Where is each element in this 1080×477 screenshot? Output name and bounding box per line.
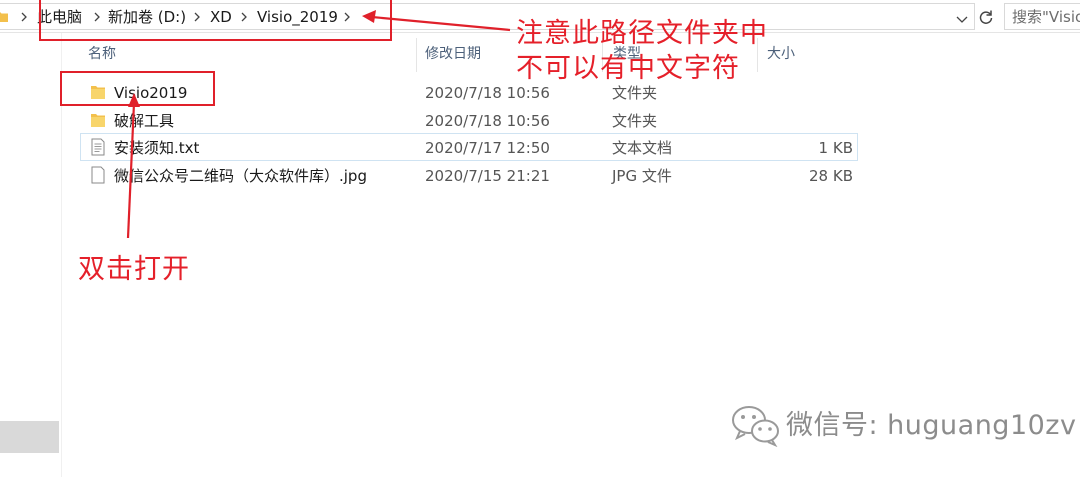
wechat-logo-icon	[732, 406, 779, 447]
file-type: 文件夹	[612, 84, 658, 102]
file-row[interactable]: 破解工具 2020/7/18 10:56 文件夹	[80, 106, 858, 134]
nav-selected-item[interactable]	[0, 421, 59, 453]
column-divider[interactable]	[416, 38, 417, 72]
folder-highlight-box	[60, 71, 215, 106]
double-click-note: 双击打开	[78, 254, 190, 285]
path-warning-line1: 注意此路径文件夹中	[516, 18, 768, 49]
file-name[interactable]: 微信公众号二维码（大众软件库）.jpg	[114, 166, 367, 186]
file-size: 28 KB	[809, 167, 853, 185]
file-row[interactable]: 微信公众号二维码（大众软件库）.jpg 2020/7/15 21:21 JPG …	[80, 161, 858, 189]
chevron-down-icon[interactable]	[954, 11, 970, 25]
chevron-right-icon[interactable]	[20, 8, 28, 26]
refresh-button[interactable]	[976, 3, 996, 30]
text-file-icon	[90, 138, 106, 156]
file-row[interactable]: 安装须知.txt 2020/7/17 12:50 文本文档 1 KB	[80, 133, 858, 161]
file-modified: 2020/7/18 10:56	[425, 112, 550, 130]
file-type: 文件夹	[612, 112, 658, 130]
search-placeholder: 搜索"Visio	[1012, 8, 1080, 26]
column-header-name[interactable]: 名称	[88, 42, 116, 66]
search-input[interactable]: 搜索"Visio	[1004, 3, 1080, 30]
folder-icon	[90, 111, 106, 129]
path-highlight-box	[39, 0, 392, 41]
refresh-icon	[979, 10, 993, 24]
file-modified: 2020/7/17 12:50	[425, 139, 550, 157]
path-warning-line2: 不可以有中文字符	[516, 53, 740, 84]
file-size: 1 KB	[818, 139, 853, 157]
file-type: 文本文档	[612, 139, 673, 157]
column-header-modified[interactable]: 修改日期	[425, 42, 481, 66]
image-file-icon	[90, 166, 106, 184]
wechat-watermark: 微信号: huguang10zv	[786, 410, 1077, 441]
file-type: JPG 文件	[612, 167, 672, 185]
file-name[interactable]: 破解工具	[114, 111, 174, 131]
file-name[interactable]: 安装须知.txt	[114, 138, 199, 158]
column-header-size[interactable]: 大小	[767, 42, 795, 66]
file-modified: 2020/7/18 10:56	[425, 84, 550, 102]
navigation-pane[interactable]	[0, 33, 62, 477]
folder-icon	[0, 11, 8, 22]
file-modified: 2020/7/15 21:21	[425, 167, 550, 185]
